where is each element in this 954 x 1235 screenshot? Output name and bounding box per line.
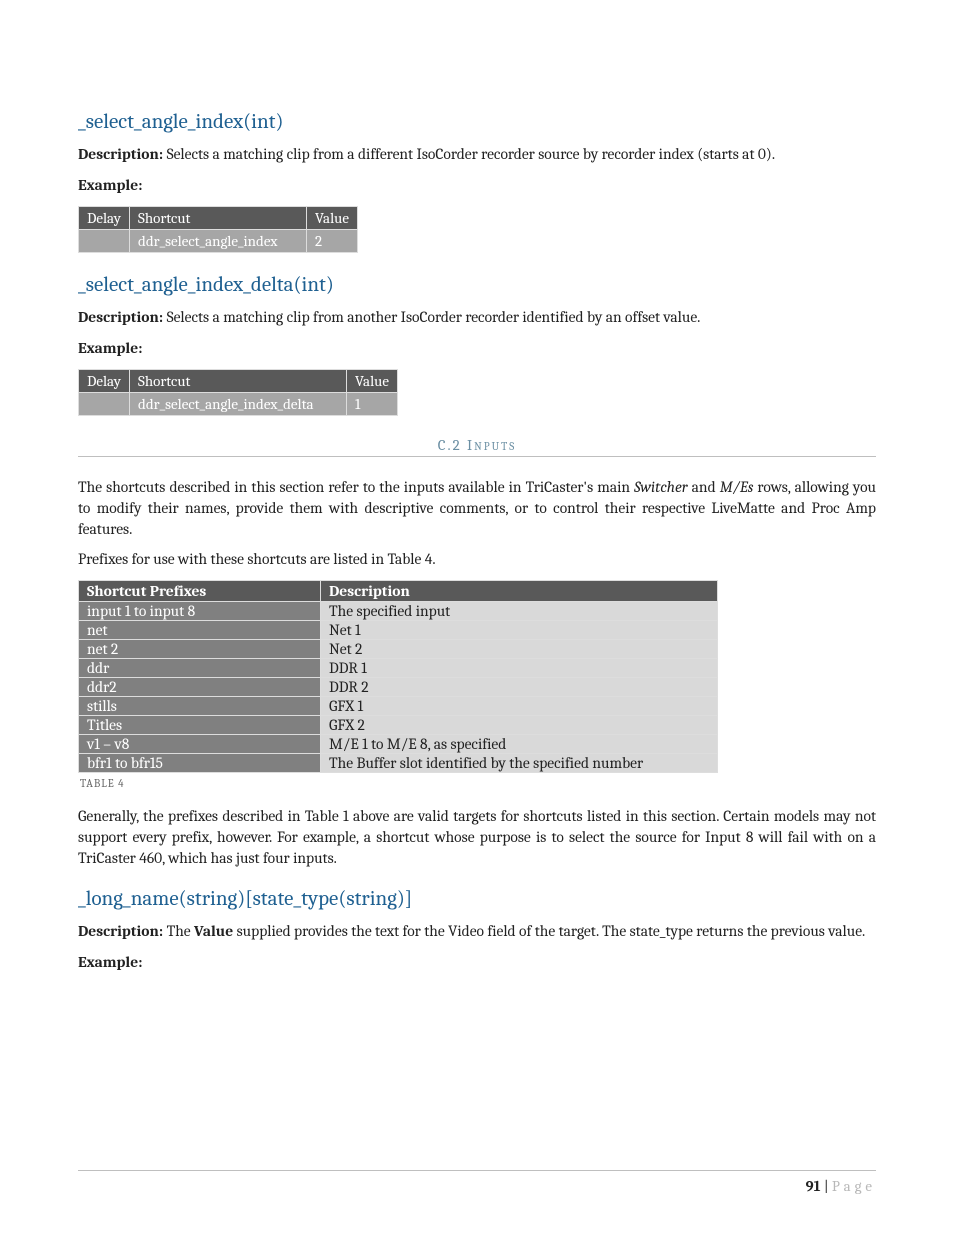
td-shortcut: ddr_select_angle_index — [130, 229, 307, 252]
page-label: Page — [832, 1177, 876, 1195]
example-label: Example: — [78, 338, 876, 359]
description-text: The — [163, 922, 194, 940]
example-label: Example: — [78, 952, 876, 973]
td-prefix: v1 – v8 — [79, 735, 321, 754]
inputs-para3: Generally, the prefixes described in Tab… — [78, 806, 876, 869]
th-delay: Delay — [79, 206, 130, 229]
table-row: ddr2DDR 2 — [79, 678, 718, 697]
table-row: ddrDDR 1 — [79, 659, 718, 678]
text: The shortcuts described in this section … — [78, 478, 634, 496]
th-prefixes: Shortcut Prefixes — [79, 581, 321, 602]
td-prefix: stills — [79, 697, 321, 716]
text-italic: Switcher — [634, 478, 687, 496]
inputs-para1: The shortcuts described in this section … — [78, 477, 876, 540]
description-label: Description: — [78, 922, 163, 940]
td-value: 2 — [307, 229, 358, 252]
section-header-inputs: C.2 Inputs — [78, 436, 876, 457]
td-prefix: Titles — [79, 716, 321, 735]
td-description: The specified input — [321, 602, 718, 621]
description-text: Selects a matching clip from a different… — [163, 145, 775, 163]
td-description: GFX 2 — [321, 716, 718, 735]
th-delay: Delay — [79, 369, 130, 392]
td-delay — [79, 392, 130, 415]
td-description: Net 1 — [321, 621, 718, 640]
example-label: Example: — [78, 175, 876, 196]
table-row: input 1 to input 8The specified input — [79, 602, 718, 621]
section-label: Inputs — [462, 436, 517, 454]
table-row: netNet 1 — [79, 621, 718, 640]
heading-select-angle-index: _select_angle_index(int) — [78, 110, 876, 134]
td-prefix: ddr2 — [79, 678, 321, 697]
section-number: C.2 — [438, 436, 462, 454]
table-row: stillsGFX 1 — [79, 697, 718, 716]
th-value: Value — [307, 206, 358, 229]
table-row: TitlesGFX 2 — [79, 716, 718, 735]
table-row: bfr1 to bfr15The Buffer slot identified … — [79, 754, 718, 773]
page: _select_angle_index(int) Description: Se… — [0, 0, 954, 1235]
heading-select-angle-index-delta: _select_angle_index_delta(int) — [78, 273, 876, 297]
prefix-table: Shortcut Prefixes Description input 1 to… — [78, 580, 718, 773]
td-description: Net 2 — [321, 640, 718, 659]
table-row: v1 – v8M/E 1 to M/E 8, as specified — [79, 735, 718, 754]
text: and — [688, 478, 720, 496]
td-prefix: net — [79, 621, 321, 640]
description-para: Description: Selects a matching clip fro… — [78, 144, 876, 165]
page-number: 91 — [806, 1177, 821, 1195]
td-description: M/E 1 to M/E 8, as specified — [321, 735, 718, 754]
text-italic: M/Es — [720, 478, 754, 496]
inputs-para2: Prefixes for use with these shortcuts ar… — [78, 549, 876, 570]
th-shortcut: Shortcut — [130, 369, 347, 392]
td-description: DDR 1 — [321, 659, 718, 678]
th-description: Description — [321, 581, 718, 602]
description-text: supplied provides the text for the Video… — [233, 922, 865, 940]
table-caption: TABLE 4 — [80, 777, 876, 790]
description-para: Description: The Value supplied provides… — [78, 921, 876, 942]
description-label: Description: — [78, 145, 163, 163]
table-row: net 2Net 2 — [79, 640, 718, 659]
td-prefix: input 1 to input 8 — [79, 602, 321, 621]
example-table-2: Delay Shortcut Value ddr_select_angle_in… — [78, 369, 398, 416]
footer-sep: | — [821, 1177, 832, 1195]
td-shortcut: ddr_select_angle_index_delta — [130, 392, 347, 415]
value-bold: Value — [194, 922, 233, 940]
example-table-1: Delay Shortcut Value ddr_select_angle_in… — [78, 206, 358, 253]
th-shortcut: Shortcut — [130, 206, 307, 229]
td-delay — [79, 229, 130, 252]
page-footer: 91 | Page — [78, 1170, 876, 1195]
td-prefix: net 2 — [79, 640, 321, 659]
td-value: 1 — [347, 392, 398, 415]
description-label: Description: — [78, 308, 163, 326]
th-value: Value — [347, 369, 398, 392]
description-text: Selects a matching clip from another Iso… — [163, 308, 700, 326]
td-description: The Buffer slot identified by the specif… — [321, 754, 718, 773]
heading-long-name: _long_name(string)[state_type(string)] — [78, 887, 876, 911]
td-prefix: ddr — [79, 659, 321, 678]
description-para: Description: Selects a matching clip fro… — [78, 307, 876, 328]
td-description: DDR 2 — [321, 678, 718, 697]
td-prefix: bfr1 to bfr15 — [79, 754, 321, 773]
td-description: GFX 1 — [321, 697, 718, 716]
